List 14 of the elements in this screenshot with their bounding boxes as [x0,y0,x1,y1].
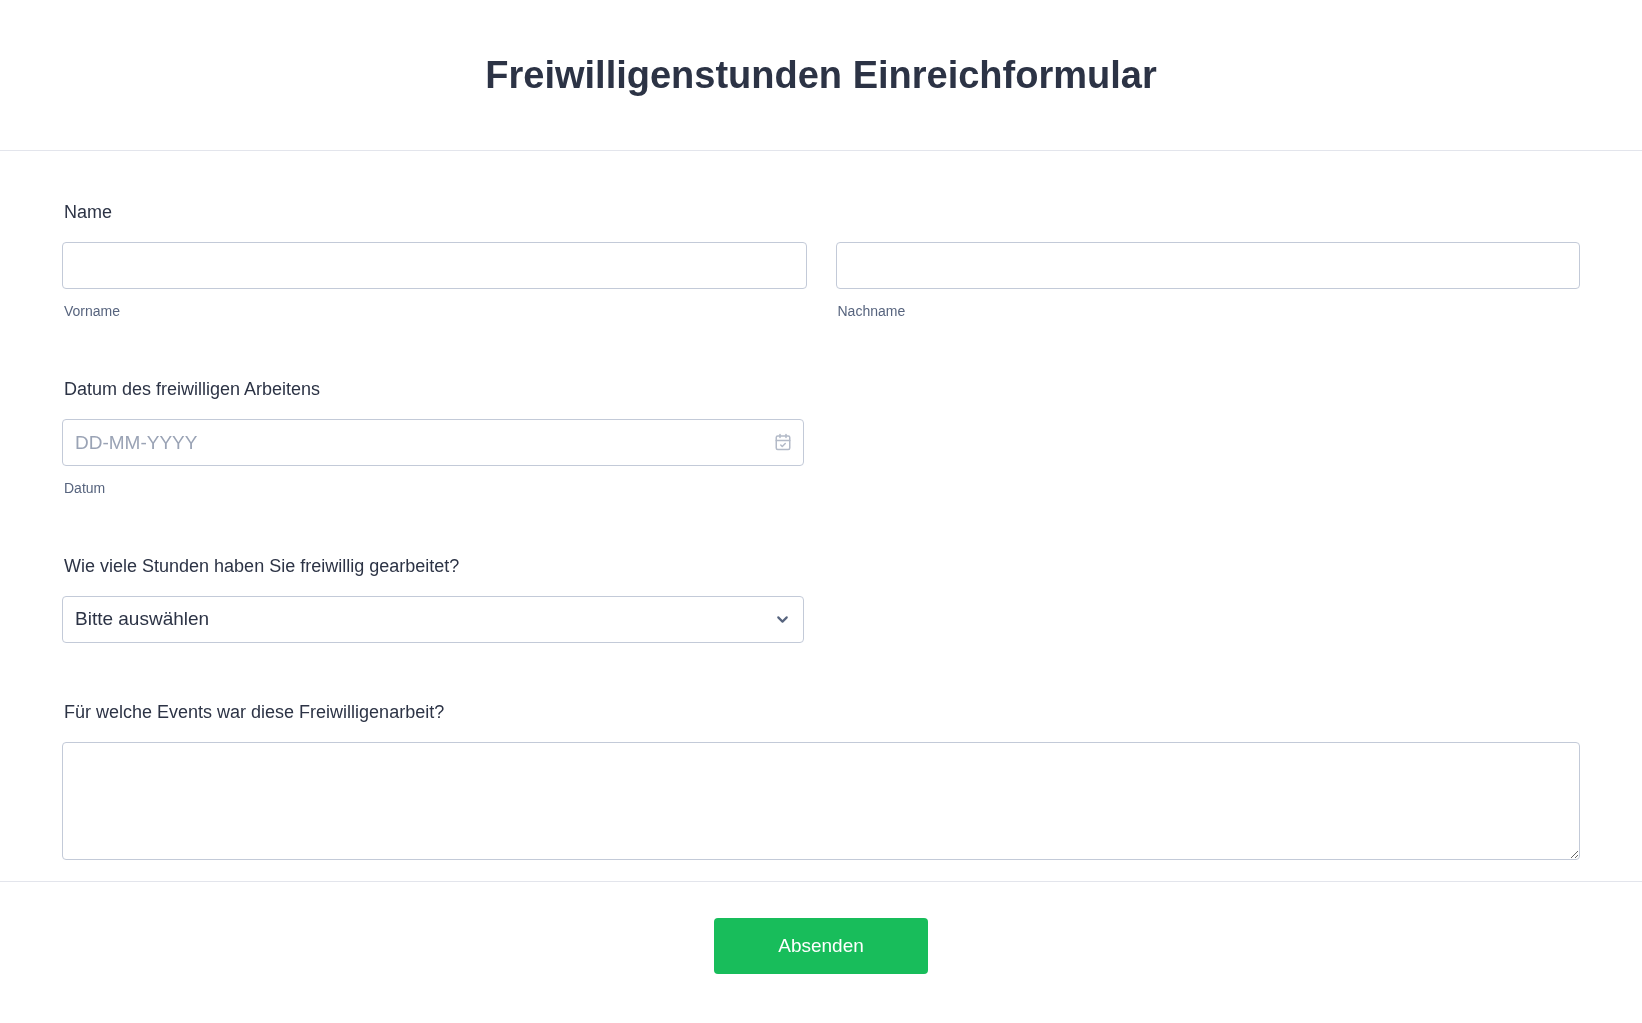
text-field[interactable] [835,242,1580,289]
select-field[interactable]: Bitte auswählen [62,596,804,643]
field-label: Name [64,201,113,224]
field-label: Datum des freiwilligen Arbeitens [64,378,322,401]
text-field[interactable] [62,242,807,289]
text-area[interactable] [62,742,1580,860]
field-sublabel: Vorname [64,302,122,321]
field-label: Für welche Events war diese Freiwilligenarbeit? [64,701,446,724]
calendar-icon[interactable] [774,433,792,451]
form-title: Freiwilligenstunden Einreichformular [485,52,1157,98]
field-label: Wie viele Stunden haben Sie freiwillig gearbeitet? [64,555,461,578]
field-sublabel: Nachname [837,302,907,321]
date-field[interactable]: DD-MM-YYYY [62,419,804,466]
field-sublabel: Datum [64,479,107,498]
